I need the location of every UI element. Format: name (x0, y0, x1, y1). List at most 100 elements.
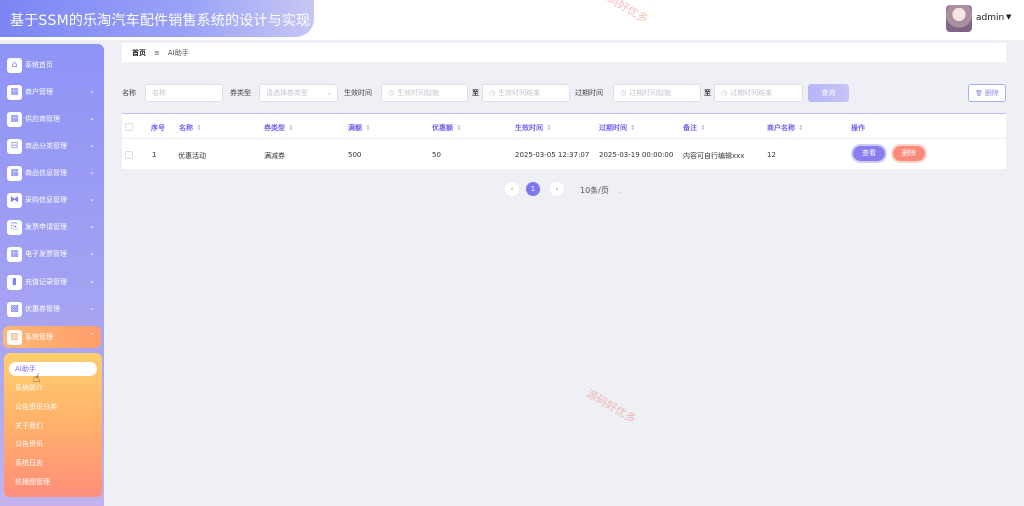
column-header-remark[interactable]: 备注 ⇕ (683, 123, 706, 133)
sidebar-item-invoice-apply[interactable]: ⎘ 发票申请管理 ⌄ (3, 216, 101, 238)
coupon-table: 序号 名称 ⇕ 券类型 ⇕ 满额 ⇕ 优惠额 ⇕ 生效时间 ⇕ 过期时间 ⇕ 备注 ⇕ 商户名… (122, 113, 1006, 169)
sidebar-item-product-info[interactable]: ▦ 商品信息管理 ⌄ (3, 162, 101, 184)
delete-button[interactable]: 删除 (893, 146, 925, 161)
sidebar-item-label: 供应商管理 (25, 115, 60, 123)
submenu-item-news-category[interactable]: 公告资讯分类 (15, 402, 57, 412)
submenu-item-about-us[interactable]: 关于我们 (15, 421, 43, 431)
sidebar-item-label: 发票申请管理 (25, 223, 67, 231)
sidebar-item-coupon[interactable]: ▩ 优惠券管理 ⌄ (3, 298, 101, 320)
sidebar-item-home[interactable]: ⌂ 系统首页 (3, 54, 101, 76)
submenu-item-ai-assistant[interactable]: AI助手 (9, 362, 97, 376)
sidebar-item-supplier[interactable]: ▦ 供应商管理 ⌄ (3, 108, 101, 130)
query-button[interactable]: 查询 (808, 84, 849, 102)
clock-icon: ◷ (620, 89, 627, 97)
submenu-item-carousel[interactable]: 轮播图管理 (15, 477, 50, 487)
coupon-type-placeholder: 请选择券类型 (266, 89, 308, 97)
expire-time-label: 过期时间 (575, 89, 603, 97)
cell-index: 1 (152, 151, 157, 159)
cell-effective: 2025-03-05 12:37:07 (515, 151, 590, 159)
breadcrumb-home[interactable]: 首页 (132, 48, 146, 58)
clock-icon: ◷ (721, 89, 728, 97)
apps-icon: ▩ (7, 301, 22, 317)
submenu-item-system-log[interactable]: 系统日志 (15, 458, 43, 468)
coupon-type-label: 券类型 (230, 89, 251, 97)
page-size-select[interactable]: 10条/页 ⌄ (580, 185, 622, 196)
cell-type: 满减券 (264, 152, 285, 160)
select-all-checkbox[interactable] (125, 123, 133, 131)
sidebar-item-label: 商品信息管理 (25, 169, 67, 177)
name-label: 名称 (122, 89, 136, 97)
clock-icon: ◷ (489, 89, 496, 97)
column-header-label: 名称 (179, 124, 193, 132)
bulk-delete-button[interactable]: 🗑 删除 (968, 84, 1006, 102)
column-header-name[interactable]: 名称 ⇕ (179, 123, 202, 133)
cell-name: 优惠活动 (178, 152, 206, 160)
sidebar-item-product-category[interactable]: ⊟ 商品分类管理 ⌄ (3, 135, 101, 157)
range-separator: 至 (472, 89, 479, 97)
effective-time-label: 生效时间 (344, 89, 372, 97)
column-header-threshold[interactable]: 满额 ⇕ (348, 123, 371, 133)
user-name[interactable]: admin (976, 13, 1004, 23)
column-header-expire[interactable]: 过期时间 ⇕ (599, 123, 636, 133)
expire-end-input[interactable]: ◷ 过期时间结束 (714, 84, 803, 102)
sort-icon: ⇕ (798, 124, 804, 132)
app-title: 基于SSM的乐淘汽车配件销售系统的设计与实现 (10, 13, 311, 29)
sidebar-item-label: 系统管理 (25, 333, 53, 341)
column-header-discount[interactable]: 优惠额 ⇕ (432, 123, 462, 133)
user-menu-caret-icon[interactable]: ▼ (1006, 13, 1011, 21)
grid-icon: ▦ (7, 246, 22, 262)
prev-page-button[interactable]: ‹ (505, 182, 519, 196)
page-number-button[interactable]: 1 (526, 182, 540, 196)
row-checkbox[interactable] (125, 151, 133, 159)
chevron-up-icon: ⌃ (89, 332, 95, 340)
grid-icon: ▦ (7, 111, 22, 127)
watermark: 源码好优多 (584, 387, 639, 426)
name-input[interactable]: 名称 (145, 84, 223, 102)
sidebar-item-recharge[interactable]: ▮ 充值记录管理 ⌄ (3, 271, 101, 293)
effective-start-input[interactable]: ◷ 生效时间起始 (381, 84, 468, 102)
column-header-index: 序号 (151, 124, 165, 132)
user-avatar[interactable] (946, 5, 972, 32)
expire-start-input[interactable]: ◷ 过期时间起始 (613, 84, 701, 102)
expire-start-placeholder: 过期时间起始 (629, 89, 672, 97)
breadcrumb: 首页 ≡ AI助手 (122, 43, 1006, 62)
book-icon: ▥ (7, 329, 22, 345)
column-header-effective[interactable]: 生效时间 ⇕ (515, 123, 552, 133)
cell-discount: 50 (432, 151, 441, 159)
sidebar-item-merchant[interactable]: ▦ 商户管理 ⌄ (3, 81, 101, 103)
effective-end-input[interactable]: ◷ 生效时间结束 (482, 84, 570, 102)
chevron-down-icon: ⌄ (326, 89, 332, 97)
chevron-down-icon: ⌄ (89, 195, 95, 203)
trash-icon: 🗑 (975, 90, 983, 97)
sidebar-item-label: 系统首页 (25, 61, 53, 69)
chevron-down-icon: ⌄ (89, 87, 95, 95)
sidebar-item-system[interactable]: ▥ 系统管理 ⌃ (3, 326, 101, 348)
submenu-item-news[interactable]: 公告资讯 (15, 439, 43, 449)
coupon-type-select[interactable]: 请选择券类型 ⌄ (259, 84, 338, 102)
breadcrumb-current: AI助手 (167, 48, 189, 57)
clock-icon: ◷ (388, 89, 395, 97)
chevron-down-icon: ⌄ (89, 114, 95, 122)
column-header-label: 商户名称 (767, 124, 795, 132)
mouse-pointer-icon: ☝ (33, 371, 41, 385)
column-header-merchant[interactable]: 商户名称 ⇕ (767, 123, 804, 133)
chevron-down-icon: ⌄ (89, 304, 95, 312)
chevron-down-icon: ⌄ (89, 141, 95, 149)
sidebar-item-purchase[interactable]: ⧓ 采购信息管理 ⌄ (3, 189, 101, 211)
column-header-type[interactable]: 券类型 ⇕ (264, 123, 294, 133)
cell-merchant: 12 (767, 151, 776, 159)
ticket-icon: ⧓ (7, 192, 22, 208)
chevron-down-icon: ⌄ (89, 249, 95, 257)
name-input-placeholder: 名称 (152, 89, 166, 97)
sidebar-item-label: 优惠券管理 (25, 305, 60, 313)
sidebar-item-label: 商品分类管理 (25, 142, 67, 150)
grid-icon: ▦ (7, 165, 22, 181)
sort-icon: ⇕ (456, 124, 462, 132)
column-header-label: 生效时间 (515, 124, 543, 132)
sidebar-item-label: 商户管理 (25, 88, 53, 96)
view-button[interactable]: 查看 (853, 146, 885, 161)
sidebar-item-label: 采购信息管理 (25, 196, 67, 204)
range-separator: 至 (704, 89, 711, 97)
sidebar-item-e-invoice[interactable]: ▦ 电子发票管理 ⌄ (3, 243, 101, 265)
next-page-button[interactable]: › (550, 182, 564, 196)
